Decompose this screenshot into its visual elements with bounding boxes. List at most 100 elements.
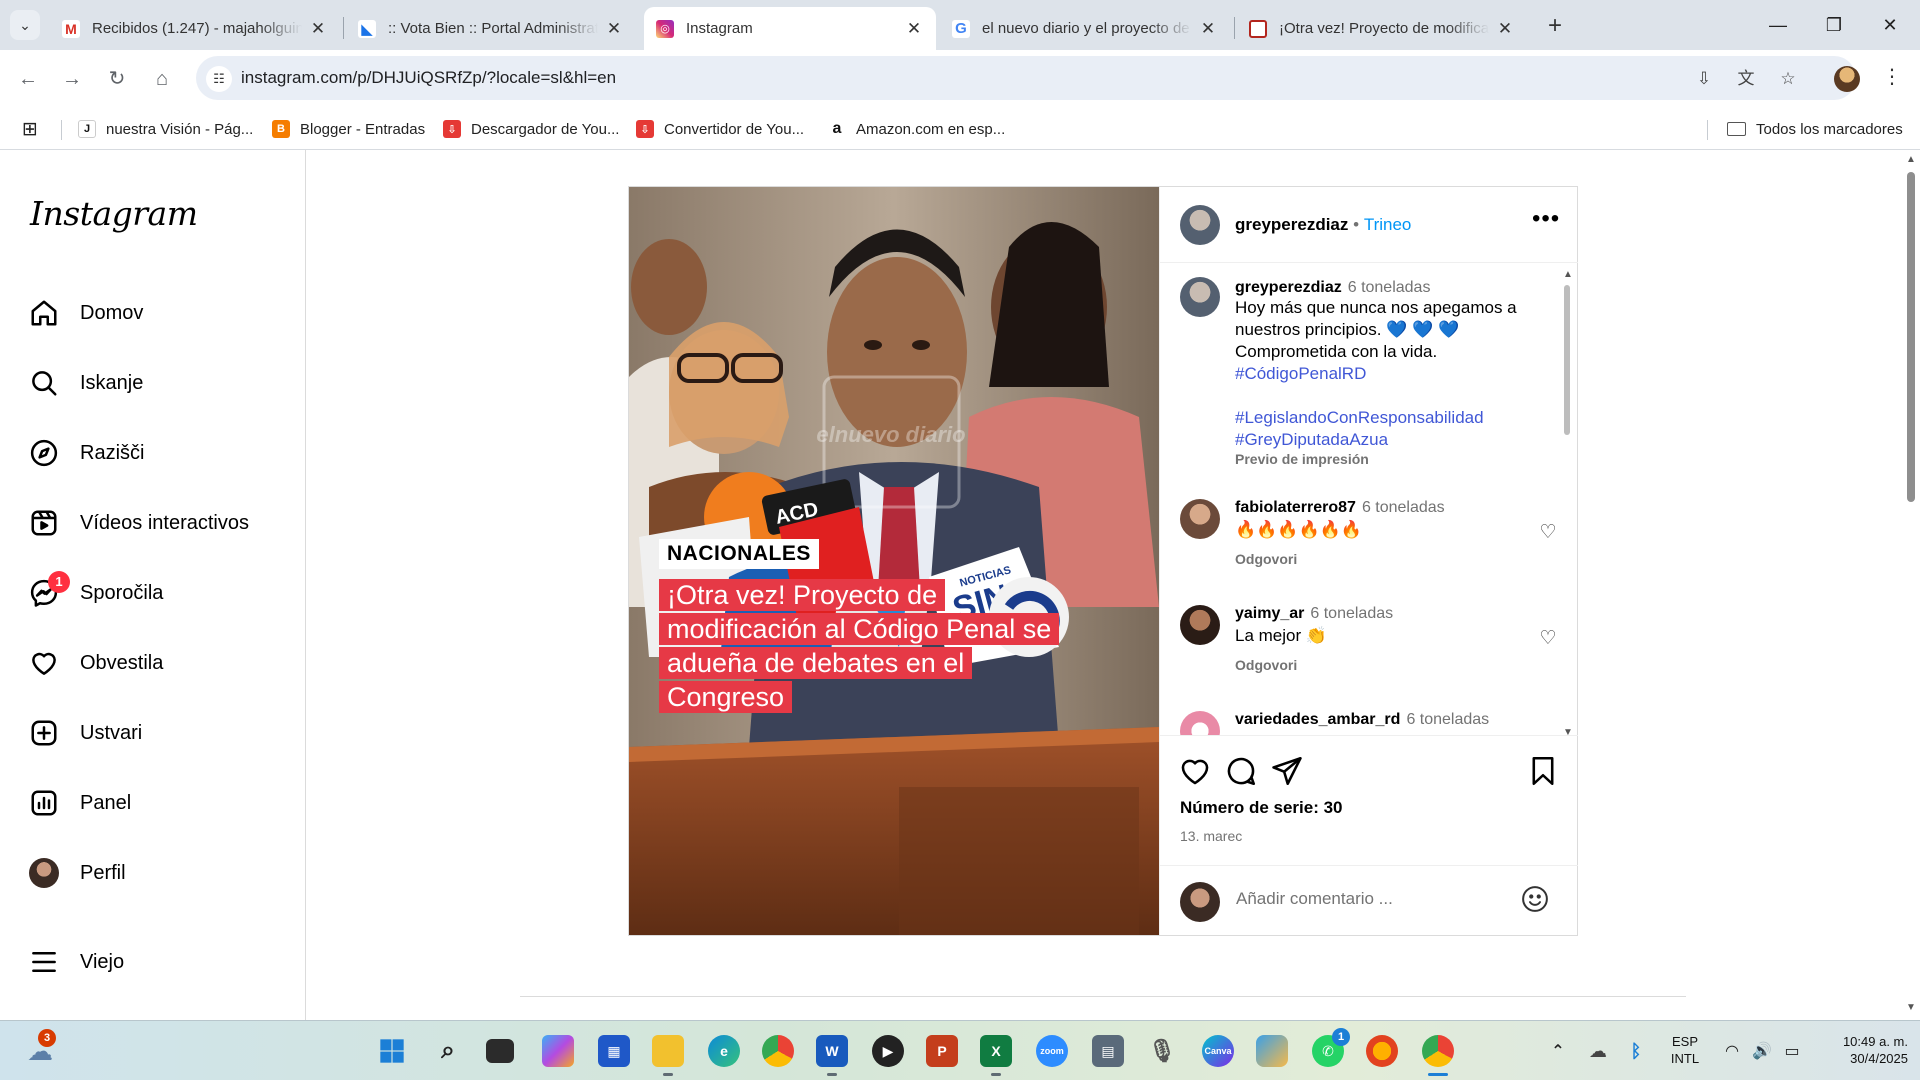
comment-username[interactable]: variedades_ambar_rd	[1235, 711, 1400, 728]
tab-instagram[interactable]: ◎ Instagram ✕	[644, 7, 936, 50]
hashtag-link[interactable]: #GreyDiputadaAzua	[1235, 429, 1555, 451]
file-explorer-icon[interactable]	[652, 1035, 684, 1067]
battery-icon[interactable]: ▭	[1776, 1035, 1808, 1067]
close-tab-icon[interactable]: ✕	[1198, 19, 1218, 39]
scroll-thumb[interactable]	[1564, 285, 1570, 435]
bookmark-convertidor[interactable]: ⇩ Convertidor de You...	[636, 117, 804, 141]
close-tab-icon[interactable]: ✕	[1495, 19, 1515, 39]
add-comment-input[interactable]: Añadir comentario ...	[1236, 889, 1393, 909]
keyboard-language[interactable]: ESP INTL	[1660, 1033, 1710, 1067]
tab-vota-bien[interactable]: ◣ :: Vota Bien :: Portal Administrat ✕	[346, 7, 636, 50]
comment-time[interactable]: 6 toneladas	[1406, 711, 1489, 728]
browser-menu-icon[interactable]: ⋮	[1882, 64, 1902, 89]
close-window-icon[interactable]: ✕	[1870, 10, 1910, 40]
save-bookmark-icon[interactable]	[1526, 754, 1560, 788]
more-options-icon[interactable]: •••	[1532, 205, 1560, 233]
scroll-up-icon[interactable]: ▲	[1563, 269, 1573, 280]
microsoft-store-icon[interactable]: ▦	[598, 1035, 630, 1067]
like-icon[interactable]	[1178, 754, 1212, 788]
calculator-icon[interactable]: ▤	[1092, 1035, 1124, 1067]
word-icon[interactable]: W	[816, 1035, 848, 1067]
nav-home[interactable]: Domov	[28, 291, 143, 335]
volume-icon[interactable]: 🔊	[1746, 1035, 1778, 1067]
post-date[interactable]: 13. marec	[1180, 828, 1242, 844]
nav-more[interactable]: Viejo	[28, 940, 124, 984]
forward-icon[interactable]: →	[57, 64, 87, 94]
bookmark-star-icon[interactable]: ☆	[1776, 67, 1800, 91]
close-tab-icon[interactable]: ✕	[308, 19, 328, 39]
task-view-icon[interactable]	[486, 1039, 514, 1063]
hashtag-link[interactable]: #LegislandoConResponsabilidad	[1235, 407, 1555, 429]
all-bookmarks-button[interactable]: Todos los marcadores	[1727, 117, 1903, 141]
bluetooth-icon[interactable]: ᛒ	[1620, 1035, 1652, 1067]
url-text[interactable]: instagram.com/p/DHJUiQSRfZp/?locale=sl&h…	[241, 68, 616, 88]
show-hidden-icons[interactable]: ⌃	[1542, 1035, 1574, 1067]
commenter-avatar[interactable]	[1180, 711, 1220, 735]
comment-icon[interactable]	[1224, 754, 1258, 788]
copilot-icon[interactable]	[542, 1035, 574, 1067]
follow-button[interactable]: Trineo	[1364, 215, 1412, 234]
page-scroll-thumb[interactable]	[1907, 172, 1915, 502]
media-player-icon[interactable]: ▶	[872, 1035, 904, 1067]
search-icon[interactable]: ⌕	[432, 1035, 464, 1067]
chrome-icon[interactable]	[762, 1035, 794, 1067]
reply-button[interactable]: Odgovori	[1235, 551, 1535, 567]
edge-icon[interactable]: e	[708, 1035, 740, 1067]
tab-el-nuevo-diario[interactable]: ¡Otra vez! Proyecto de modifica ✕	[1237, 7, 1527, 50]
windows-start-icon[interactable]	[376, 1035, 408, 1067]
comment-username[interactable]: yaimy_ar	[1235, 605, 1304, 622]
wifi-icon[interactable]: ◠	[1716, 1035, 1748, 1067]
author-username[interactable]: greyperezdiaz	[1235, 215, 1348, 234]
nav-reels[interactable]: Vídeos interactivos	[28, 501, 249, 545]
page-scroll-up-icon[interactable]: ▲	[1906, 154, 1916, 165]
share-icon[interactable]	[1270, 754, 1304, 788]
site-info-icon[interactable]: ☷	[206, 66, 232, 92]
onedrive-icon[interactable]: ☁	[1582, 1035, 1614, 1067]
nav-explore[interactable]: Razišči	[28, 431, 144, 475]
page-scrollbar[interactable]: ▲ ▼	[1904, 150, 1918, 1020]
page-scroll-down-icon[interactable]: ▼	[1906, 1002, 1916, 1013]
nav-dashboard[interactable]: Panel	[28, 781, 131, 825]
likes-count[interactable]: Número de serie: 30	[1180, 798, 1343, 818]
nav-notifications[interactable]: Obvestila	[28, 641, 163, 685]
translate-icon[interactable]: 文	[1734, 67, 1758, 91]
nav-create[interactable]: Ustvari	[28, 711, 142, 755]
caption-time[interactable]: 6 toneladas	[1348, 279, 1431, 296]
comment-time[interactable]: 6 toneladas	[1362, 499, 1445, 516]
comment-time[interactable]: 6 toneladas	[1310, 605, 1393, 622]
reload-icon[interactable]: ↻	[102, 64, 132, 94]
zoom-icon[interactable]: zoom	[1036, 1035, 1068, 1067]
nav-profile[interactable]: Perfil	[28, 851, 126, 895]
back-icon[interactable]: ←	[13, 64, 43, 94]
bookmark-blogger[interactable]: B Blogger - Entradas	[272, 117, 425, 141]
like-comment-icon[interactable]: ♡	[1538, 627, 1558, 649]
author-avatar[interactable]	[1180, 205, 1220, 245]
commenter-avatar[interactable]	[1180, 499, 1220, 539]
comments-scrollbar[interactable]: ▲ ▼	[1563, 269, 1573, 735]
address-bar[interactable]: ☷ instagram.com/p/DHJUiQSRfZp/?locale=sl…	[196, 56, 1856, 100]
bookmark-descargador[interactable]: ⇩ Descargador de You...	[443, 117, 619, 141]
restore-icon[interactable]: ❐	[1814, 10, 1854, 40]
close-tab-icon[interactable]: ✕	[904, 19, 924, 39]
reply-button[interactable]: Odgovori	[1235, 657, 1535, 673]
home-icon[interactable]: ⌂	[147, 64, 177, 94]
voice-recorder-icon[interactable]: 🎙	[1146, 1035, 1178, 1067]
nav-messages[interactable]: 1 Sporočila	[28, 571, 163, 615]
instagram-logo[interactable]: Instagram	[30, 194, 198, 233]
post-image[interactable]: elnuevo diario RO ACD SIN NOTICIAS	[629, 187, 1159, 935]
comment-username[interactable]: fabiolaterrero87	[1235, 499, 1356, 516]
clock[interactable]: 10:49 a. m. 30/4/2025	[1814, 1033, 1908, 1067]
close-tab-icon[interactable]: ✕	[604, 19, 624, 39]
minimize-icon[interactable]: —	[1758, 10, 1798, 40]
canva-icon[interactable]: Canva	[1202, 1035, 1234, 1067]
firefox-icon[interactable]	[1366, 1035, 1398, 1067]
install-app-icon[interactable]: ⇩	[1692, 67, 1716, 91]
bookmark-amazon[interactable]: a Amazon.com en esp...	[828, 117, 1005, 141]
powerpoint-icon[interactable]: P	[926, 1035, 958, 1067]
chrome-profile-icon[interactable]	[1422, 1035, 1454, 1067]
commenter-avatar[interactable]	[1180, 605, 1220, 645]
like-comment-icon[interactable]: ♡	[1538, 521, 1558, 543]
emoji-icon[interactable]	[1520, 884, 1550, 914]
tab-google-search[interactable]: G el nuevo diario y el proyecto de ✕	[940, 7, 1230, 50]
profile-avatar-icon[interactable]	[1834, 66, 1860, 92]
